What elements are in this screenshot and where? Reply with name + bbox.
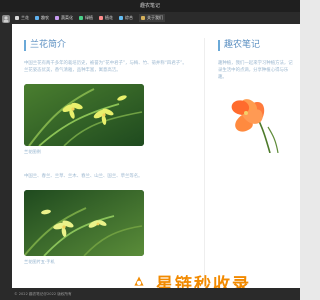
column-divider <box>204 38 205 278</box>
flower-photo-art <box>218 91 292 153</box>
nav-item-label: 绿植 <box>85 15 93 20</box>
orchid-photo-1[interactable] <box>24 84 144 146</box>
nav-item-label: 植花 <box>105 15 113 20</box>
window-titlebar: 趣农笔记 <box>0 0 300 12</box>
orchid-photo-1-art <box>24 84 144 146</box>
nav-item-label: 关于我们 <box>147 15 163 20</box>
window-title: 趣农笔记 <box>139 3 160 9</box>
misc-icon <box>119 16 123 20</box>
flower-icon <box>99 16 103 20</box>
notes-section: 趣农笔记 趣种植，我们一起来学习种植方法，记录生活中的点滴，分享种植心得与乐趣。 <box>218 40 296 153</box>
photo-caption: 兰花图片五·手机 <box>24 259 55 264</box>
orchid-icon <box>15 16 19 20</box>
nav-item-label: 综合 <box>125 15 133 20</box>
orchid-section: 兰花简介 中国兰花有两千多年的栽培历史，被誉为“花中君子”，与梅、竹、菊并称“四… <box>24 40 189 265</box>
main-content: 兰花简介 中国兰花有两千多年的栽培历史，被誉为“花中君子”，与梅、竹、菊并称“四… <box>12 24 300 288</box>
section-title: 兰花简介 <box>24 40 189 51</box>
orchid-photo-2-art <box>24 190 144 256</box>
copyright-text: © 2022 趣农笔记@2022 版权所有 <box>14 292 72 296</box>
farm-icon <box>35 16 39 20</box>
status-bar: © 2022 趣农笔记@2022 版权所有 <box>0 288 300 300</box>
nav-item-label: 蔬菜化 <box>61 15 73 20</box>
plant-icon <box>79 16 83 20</box>
nav-item-misc[interactable]: 综合 <box>119 14 133 22</box>
nav-item-plant[interactable]: 绿植 <box>79 14 93 22</box>
nav-item-vegetable[interactable]: 蔬菜化 <box>55 14 73 22</box>
nav-item-about[interactable]: 关于我们 <box>139 14 165 22</box>
nav-item-label: 趣农 <box>41 15 49 20</box>
nav-item-label: 兰花 <box>21 15 29 20</box>
flower-photo[interactable] <box>218 91 292 153</box>
orchid-photo-2[interactable] <box>24 190 144 256</box>
avatar-icon[interactable] <box>2 15 10 23</box>
nav-item-flower[interactable]: 植花 <box>99 14 113 22</box>
section-title: 趣农笔记 <box>218 40 296 51</box>
photo-caption: 兰花图例 <box>24 149 41 154</box>
nav-item-orchid[interactable]: 兰花 <box>15 14 29 22</box>
nav-item-farm[interactable]: 趣农 <box>35 14 49 22</box>
section-intro: 趣种植，我们一起来学习种植方法，记录生活中的点滴，分享种植心得与乐趣。 <box>218 61 293 80</box>
section-intro: 中国兰花有两千多年的栽培历史，被誉为“花中君子”，与梅、竹、菊并称“四君子”。兰… <box>24 61 187 73</box>
section-paragraph: 中国兰、春兰、兰草、兰木、春兰、山兰、国兰、草兰等名。 <box>24 174 143 179</box>
vegetable-icon <box>55 16 59 20</box>
left-sidebar <box>0 12 12 300</box>
top-navigation: 兰花 趣农 蔬菜化 绿植 植花 综合 关于我们 <box>12 12 300 24</box>
info-icon <box>141 16 145 20</box>
